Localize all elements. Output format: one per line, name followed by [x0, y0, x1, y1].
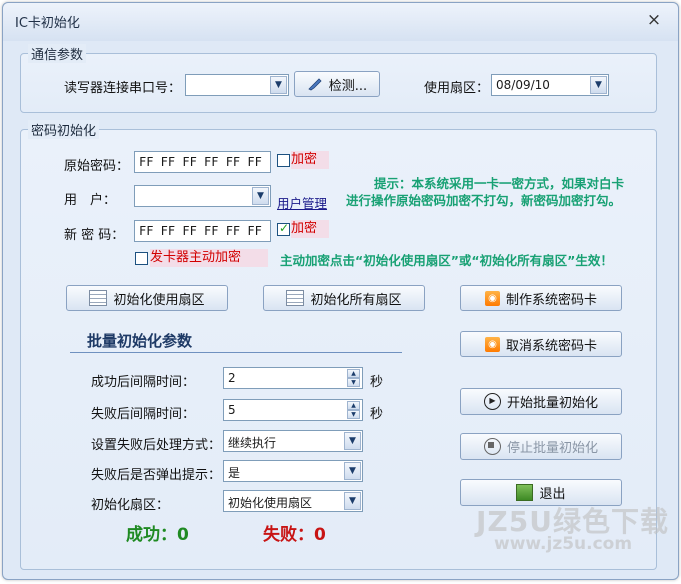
success-interval-value: 2 — [228, 371, 236, 385]
stop-batch-label: 停止批量初始化 — [506, 441, 598, 456]
fail-popup-label: 失败后是否弹出提示： — [91, 468, 222, 483]
detect-button[interactable]: 检测... — [294, 71, 380, 97]
user-manage-link[interactable]: 用户管理 — [277, 193, 327, 212]
title-bar[interactable] — [3, 3, 678, 41]
chevron-down-icon[interactable]: ▼ — [344, 432, 361, 450]
password-init-legend: 密码初始化 — [28, 120, 100, 139]
chevron-down-icon[interactable]: ▼ — [590, 76, 607, 94]
success-interval-stepper[interactable]: 2 ▲ ▼ — [223, 367, 363, 389]
batch-title-divider — [70, 352, 402, 353]
batch-sector-value: 初始化使用扇区 — [228, 496, 313, 510]
comm-params-legend: 通信参数 — [28, 44, 87, 63]
new-encrypt-checkbox[interactable] — [277, 221, 290, 236]
success-interval-label: 成功后间隔时间： — [91, 375, 196, 390]
fail-popup-value: 是 — [228, 466, 241, 480]
chevron-down-icon[interactable]: ▼ — [270, 76, 287, 94]
success-count: 成功：0 — [126, 525, 189, 545]
rss-icon: ◉ — [484, 290, 500, 306]
orig-password-label: 原始密码： — [64, 159, 130, 174]
grid-icon — [286, 290, 305, 306]
init-used-sector-button[interactable]: 初始化使用扇区 — [66, 285, 228, 311]
stop-icon — [483, 438, 501, 455]
success-interval-unit: 秒 — [370, 375, 384, 390]
watermark-url: www.jz5u.com — [494, 534, 633, 554]
port-label: 读写器连接串口号： — [64, 81, 182, 96]
list-icon — [89, 290, 108, 306]
batch-sector-label: 初始化扇区： — [91, 498, 170, 513]
new-password-input[interactable]: FF FF FF FF FF FF — [134, 220, 271, 242]
chevron-down-icon[interactable]: ▼ — [252, 187, 269, 205]
start-batch-button[interactable]: ▶ 开始批量初始化 — [460, 388, 622, 415]
exit-door-icon — [516, 484, 534, 501]
fail-interval-unit: 秒 — [370, 407, 384, 422]
fail-action-value: 继续执行 — [228, 436, 277, 450]
cancel-system-card-label: 取消系统密码卡 — [505, 338, 597, 354]
sector-select-value: 08/09/10 — [496, 78, 550, 92]
start-batch-label: 开始批量初始化 — [506, 396, 598, 411]
new-password-label: 新 密 码： — [64, 228, 125, 243]
port-select[interactable]: ▼ — [185, 74, 289, 96]
spin-up-icon[interactable]: ▲ — [347, 369, 360, 378]
orig-encrypt-label[interactable]: 加密 — [291, 151, 329, 169]
cancel-system-card-button[interactable]: ◉ 取消系统密码卡 — [460, 331, 622, 357]
stop-batch-button[interactable]: 停止批量初始化 — [460, 433, 622, 460]
fail-action-select[interactable]: 继续执行 ▼ — [223, 430, 363, 452]
issuer-encrypt-label[interactable]: 发卡器主动加密 — [150, 249, 268, 267]
pen-icon — [307, 77, 323, 91]
chevron-down-icon[interactable]: ▼ — [344, 492, 361, 510]
make-system-card-button[interactable]: ◉ 制作系统密码卡 — [460, 285, 622, 311]
orig-password-input[interactable]: FF FF FF FF FF FF — [134, 151, 271, 173]
make-system-card-label: 制作系统密码卡 — [505, 292, 597, 308]
chevron-down-icon[interactable]: ▼ — [344, 462, 361, 480]
detect-button-label: 检测... — [328, 78, 368, 94]
spin-down-icon[interactable]: ▼ — [347, 378, 360, 387]
user-select[interactable]: ▼ — [134, 185, 271, 207]
new-encrypt-label[interactable]: 加密 — [291, 220, 329, 238]
fail-interval-stepper[interactable]: 5 ▲ ▼ — [223, 399, 363, 421]
spin-up-icon[interactable]: ▲ — [347, 401, 360, 410]
init-all-sector-button[interactable]: 初始化所有扇区 — [263, 285, 425, 311]
rss-icon: ◉ — [484, 336, 500, 352]
init-all-sector-label: 初始化所有扇区 — [310, 292, 402, 308]
fail-popup-select[interactable]: 是 ▼ — [223, 460, 363, 482]
fail-action-label: 设置失败后处理方式： — [91, 438, 222, 453]
play-icon: ▶ — [483, 393, 501, 410]
user-label: 用 户： — [64, 193, 117, 208]
window-title: IC卡初始化 — [15, 16, 80, 31]
issuer-encrypt-checkbox[interactable] — [135, 252, 148, 265]
fail-interval-label: 失败后间隔时间： — [91, 407, 196, 422]
fail-interval-value: 5 — [228, 403, 236, 417]
sector-select[interactable]: 08/09/10 ▼ — [491, 74, 609, 96]
fail-count: 失败：0 — [263, 525, 326, 545]
hint-line-2: 进行操作原始密码加密不打勾，新密码加密打勾。 — [346, 193, 622, 208]
hint-line-3: 主动加密点击“初始化使用扇区”或“初始化所有扇区”生效！ — [280, 253, 613, 268]
init-used-sector-label: 初始化使用扇区 — [113, 292, 205, 308]
close-icon[interactable]: × — [644, 10, 664, 30]
spin-down-icon[interactable]: ▼ — [347, 410, 360, 419]
sector-label: 使用扇区： — [424, 81, 490, 96]
batch-params-title: 批量初始化参数 — [87, 332, 193, 350]
batch-sector-select[interactable]: 初始化使用扇区 ▼ — [223, 490, 363, 512]
orig-encrypt-checkbox[interactable] — [277, 154, 290, 167]
